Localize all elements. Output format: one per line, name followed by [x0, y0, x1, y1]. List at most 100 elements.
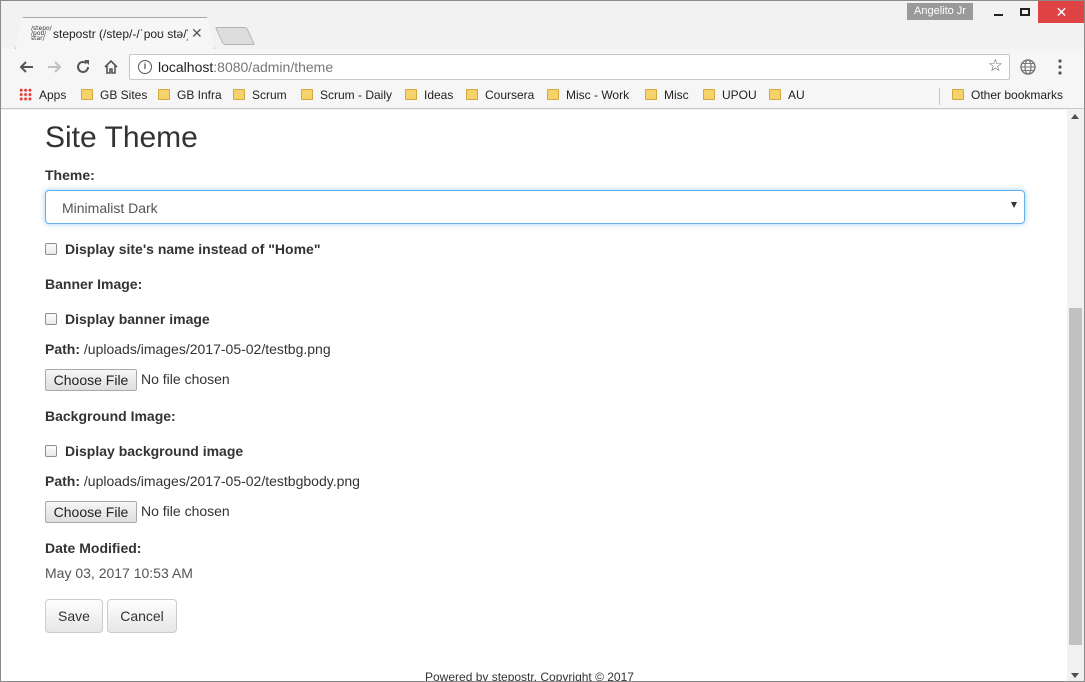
bookmark-scrum[interactable]: Scrum: [233, 88, 287, 106]
bookmark-coursera[interactable]: Coursera: [466, 88, 534, 106]
other-bookmarks[interactable]: Other bookmarks: [952, 88, 1063, 106]
display-background-label: Display background image: [65, 443, 244, 459]
title-bar: /stepo/ /poʊ/ star/ stepostr (/step/-/ˈp…: [1, 1, 1084, 50]
bookmark-label: UPOU: [722, 88, 757, 102]
folder-icon: [547, 89, 559, 100]
background-path-value: /uploads/images/2017-05-02/testbgbody.pn…: [83, 473, 360, 489]
bookmark-label: Coursera: [485, 88, 535, 102]
bookmark-label: GB Sites: [100, 88, 148, 102]
bookmark-upou[interactable]: UPOU: [703, 88, 757, 106]
close-window-button[interactable]: ✕: [1038, 1, 1084, 23]
tab-close-icon[interactable]: ✕: [191, 25, 203, 42]
scrollbar-thumb[interactable]: [1069, 308, 1082, 645]
bookmark-gb-sites[interactable]: GB Sites: [81, 88, 147, 106]
tab-favicon-icon: /stepo/ /poʊ/ star/: [31, 25, 52, 42]
bookmark-misc-work[interactable]: Misc - Work: [547, 88, 629, 106]
close-icon: ✕: [1055, 4, 1068, 20]
reload-button[interactable]: [71, 55, 95, 79]
bookmark-au[interactable]: AU: [769, 88, 805, 106]
background-choose-file-button[interactable]: Choose File: [45, 501, 137, 523]
save-button[interactable]: Save: [45, 599, 103, 633]
globe-icon: [1020, 59, 1036, 75]
checkbox-box[interactable]: [45, 313, 57, 325]
other-bookmarks-label: Other bookmarks: [971, 88, 1064, 102]
url-path: :8080/admin/theme: [213, 59, 334, 75]
folder-icon: [645, 89, 657, 100]
tab-title: stepostr (/step/-/ˈpoʊ stə/): [53, 27, 188, 41]
arrow-left-icon: [19, 61, 33, 73]
browser-toolbar: i localhost:8080/admin/theme ☆: [1, 49, 1084, 84]
bookmark-scrum-daily[interactable]: Scrum - Daily: [301, 88, 392, 106]
background-path: Path: /uploads/images/2017-05-02/testbgb…: [45, 473, 360, 489]
maximize-button[interactable]: [1012, 1, 1039, 23]
folder-icon: [952, 89, 964, 100]
theme-label: Theme:: [45, 167, 95, 183]
display-banner-label: Display banner image: [65, 311, 210, 327]
banner-path-value: /uploads/images/2017-05-02/testbg.png: [83, 341, 331, 357]
url-host: localhost: [158, 59, 214, 75]
background-path-label: Path:: [45, 473, 80, 489]
bookmark-label: GB Infra: [177, 88, 222, 102]
info-icon[interactable]: i: [138, 60, 152, 74]
bookmark-misc[interactable]: Misc: [645, 88, 689, 106]
banner-path: Path: /uploads/images/2017-05-02/testbg.…: [45, 341, 331, 357]
bookmark-gb-infra[interactable]: GB Infra: [158, 88, 222, 106]
vertical-scrollbar[interactable]: [1067, 110, 1084, 681]
forward-button[interactable]: [43, 55, 67, 79]
banner-no-file-text: No file chosen: [141, 371, 230, 387]
banner-choose-file-button[interactable]: Choose File: [45, 369, 137, 391]
background-image-label: Background Image:: [45, 408, 176, 424]
date-modified-label: Date Modified:: [45, 540, 142, 556]
bookmark-label: Scrum - Daily: [320, 88, 393, 102]
folder-icon: [405, 89, 417, 100]
address-bar[interactable]: i localhost:8080/admin/theme ☆: [129, 54, 1010, 80]
reload-icon: [77, 60, 89, 73]
folder-icon: [466, 89, 478, 100]
minimize-icon: [994, 14, 1003, 16]
folder-icon: [703, 89, 715, 100]
url-text[interactable]: localhost:8080/admin/theme: [158, 59, 333, 75]
bookmark-ideas[interactable]: Ideas: [405, 88, 453, 106]
kebab-menu-icon: [1058, 59, 1062, 75]
page-footer: Powered by stepostr. Copyright © 2017: [425, 670, 634, 682]
banner-path-label: Path:: [45, 341, 80, 357]
apps-grid-icon: [19, 88, 32, 101]
chevron-down-icon: [1011, 202, 1017, 208]
profile-name[interactable]: Angelito Jr: [907, 3, 973, 20]
cancel-button[interactable]: Cancel: [107, 599, 177, 633]
bookmark-label: Misc - Work: [566, 88, 630, 102]
bookmark-label: Ideas: [424, 88, 454, 102]
theme-select-value: Minimalist Dark: [62, 200, 158, 216]
translate-button[interactable]: [1016, 55, 1040, 79]
bookmark-label: Apps: [39, 88, 67, 102]
maximize-icon: [1020, 8, 1030, 16]
theme-select[interactable]: Minimalist Dark: [45, 190, 1025, 224]
bookmark-label: Scrum: [252, 88, 287, 102]
star-icon[interactable]: ☆: [988, 56, 1003, 76]
checkbox-box[interactable]: [45, 445, 57, 457]
bookmarks-separator: [939, 88, 940, 105]
folder-icon: [81, 89, 93, 100]
home-icon: [104, 59, 118, 74]
scroll-down-icon[interactable]: [1071, 673, 1079, 678]
page-viewport: Site Theme Theme: Minimalist Dark Displa…: [1, 110, 1084, 682]
new-tab-button[interactable]: [214, 27, 256, 45]
banner-image-label: Banner Image:: [45, 276, 143, 292]
folder-icon: [301, 89, 313, 100]
browser-tab[interactable]: /stepo/ /poʊ/ star/ stepostr (/step/-/ˈp…: [15, 17, 215, 50]
display-site-name-label: Display site's name instead of "Home": [65, 241, 321, 257]
minimize-button[interactable]: [985, 1, 1012, 23]
back-button[interactable]: [14, 55, 38, 79]
folder-icon: [769, 89, 781, 100]
scroll-up-icon[interactable]: [1071, 114, 1079, 119]
home-button[interactable]: [99, 55, 123, 79]
bookmarks-bar: Apps GB Sites GB Infra Scrum Scrum - Dai…: [1, 84, 1084, 109]
background-no-file-text: No file chosen: [141, 503, 230, 519]
bookmark-apps[interactable]: Apps: [19, 88, 66, 106]
arrow-right-icon: [48, 61, 62, 73]
bookmark-label: AU: [788, 88, 805, 102]
folder-icon: [158, 89, 170, 100]
date-modified-value: May 03, 2017 10:53 AM: [45, 565, 193, 581]
menu-button[interactable]: [1048, 55, 1072, 79]
checkbox-box[interactable]: [45, 243, 57, 255]
